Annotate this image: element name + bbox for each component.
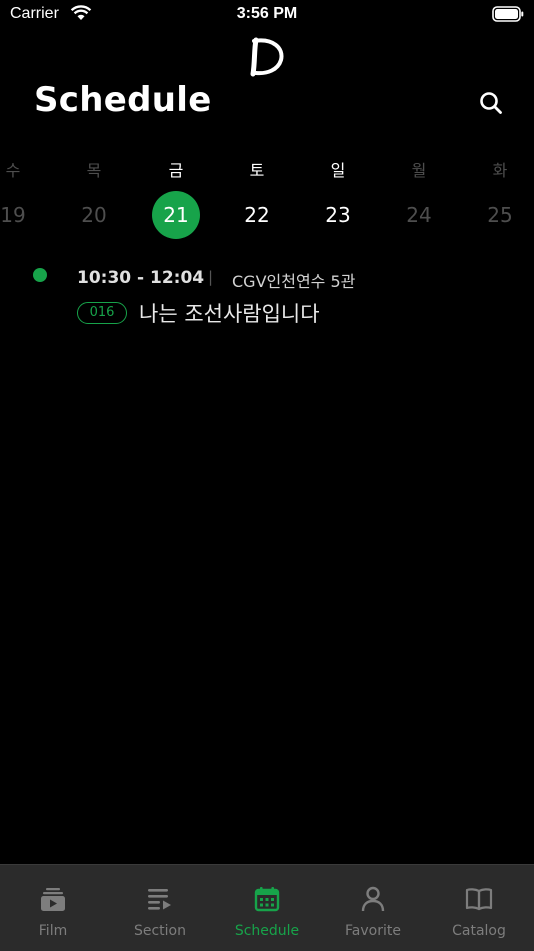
weekday-label: 화 xyxy=(492,161,508,180)
weekday-label: 목 xyxy=(86,161,102,180)
schedule-event-row[interactable]: 10:30 - 12:04 | CGV인천연수 5관 016 나는 조선사람입니… xyxy=(0,262,534,332)
event-separator: | xyxy=(208,268,214,286)
week-date-picker: 수 19 목 20 금 21 토 22 일 23 월 24 화 25 xyxy=(0,160,534,240)
event-film-title: 나는 조선사람입니다 xyxy=(139,302,320,326)
date-number: 25 xyxy=(487,203,513,227)
page-title: Schedule xyxy=(34,80,212,120)
date-number: 21 xyxy=(152,191,200,239)
tab-film[interactable]: Film xyxy=(3,865,103,951)
battery-icon xyxy=(492,6,524,22)
day-item[interactable]: 목 20 xyxy=(64,160,124,239)
calendar-icon xyxy=(254,887,280,912)
day-item[interactable]: 월 24 xyxy=(389,160,449,239)
day-item[interactable]: 일 23 xyxy=(308,160,368,239)
tab-bar: Film Section Schedule Favorite Catalog xyxy=(0,864,534,951)
book-icon xyxy=(465,888,493,911)
date-number: 20 xyxy=(81,203,107,227)
day-item[interactable]: 화 25 xyxy=(470,160,530,239)
date-number: 19 xyxy=(0,203,26,227)
date-number: 22 xyxy=(244,203,270,227)
tab-label: Section xyxy=(133,923,186,939)
app-logo-icon xyxy=(250,37,284,77)
weekday-label: 금 xyxy=(168,161,184,180)
tab-section[interactable]: Section xyxy=(110,865,210,951)
tab-label: Favorite xyxy=(345,923,401,939)
day-item[interactable]: 토 22 xyxy=(227,160,287,239)
tab-label: Catalog xyxy=(452,923,506,939)
tab-favorite[interactable]: Favorite xyxy=(323,865,423,951)
person-icon xyxy=(361,886,385,912)
event-status-dot xyxy=(33,268,47,282)
tab-catalog[interactable]: Catalog xyxy=(429,865,529,951)
tab-schedule[interactable]: Schedule xyxy=(217,865,317,951)
search-icon[interactable] xyxy=(478,90,504,116)
clock: 3:56 PM xyxy=(236,5,298,22)
film-icon xyxy=(41,888,65,911)
weekday-label: 토 xyxy=(249,161,265,180)
event-venue: CGV인천연수 5관 xyxy=(232,272,356,291)
day-item[interactable]: 수 19 xyxy=(0,160,43,239)
weekday-label: 수 xyxy=(5,161,21,180)
section-icon xyxy=(148,889,171,910)
event-code-badge: 016 xyxy=(77,302,127,324)
weekday-label: 일 xyxy=(330,161,346,180)
date-number: 24 xyxy=(406,203,432,227)
tab-label: Schedule xyxy=(234,923,300,939)
status-bar: Carrier 3:56 PM xyxy=(0,0,534,30)
event-time-range: 10:30 - 12:04 xyxy=(77,268,205,288)
day-item-selected[interactable]: 금 21 xyxy=(146,160,206,239)
tab-label: Film xyxy=(38,923,68,939)
date-number: 23 xyxy=(325,203,351,227)
weekday-label: 월 xyxy=(411,161,427,180)
